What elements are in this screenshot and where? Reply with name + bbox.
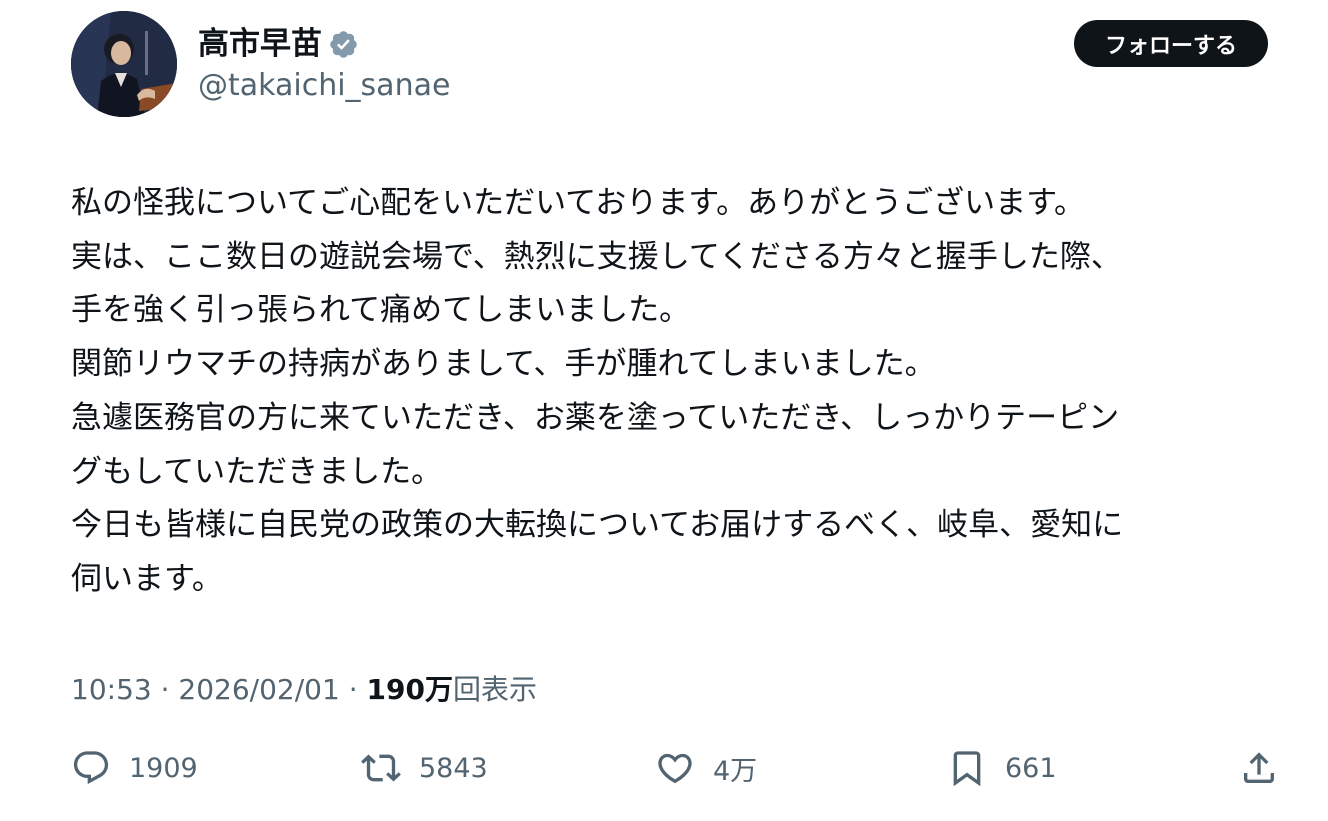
bookmark-button[interactable]: 661 <box>947 742 1057 794</box>
like-button[interactable]: 4万 <box>655 742 757 794</box>
share-icon <box>1239 748 1279 788</box>
tweet-text-line: 急遽医務官の方に来ていただき、お薬を塗っていただき、しっかりテーピン <box>71 399 1120 436</box>
action-bar: 1909 5843 4万 661 <box>71 742 1283 794</box>
tweet-text-line: 関節リウマチの持病がありまして、手が腫れてしまいました。 <box>71 346 936 383</box>
tweet-text-line: 実は、ここ数日の遊説会場で、熱烈に支援してくださる方々と握手した際、 <box>71 238 1122 275</box>
heart-icon <box>655 748 695 788</box>
avatar[interactable] <box>71 11 177 117</box>
author-handle[interactable]: @takaichi_sanae <box>198 64 450 108</box>
tweet-time[interactable]: 10:53 <box>71 673 152 706</box>
repost-count: 5843 <box>419 752 488 784</box>
share-button[interactable] <box>1239 742 1279 794</box>
tweet-date[interactable]: 2026/02/01 <box>178 673 339 706</box>
reply-count: 1909 <box>129 752 198 784</box>
tweet-text-line: 私の怪我についてご心配をいただいております。ありがとうございます。 <box>71 185 1086 221</box>
repost-icon <box>361 748 401 788</box>
reply-button[interactable]: 1909 <box>71 742 198 794</box>
verified-badge-icon <box>328 29 359 60</box>
bookmark-icon <box>947 748 987 788</box>
avatar-image <box>71 11 177 117</box>
like-count: 4万 <box>713 755 758 787</box>
reply-icon <box>71 748 111 788</box>
author-display-name[interactable]: 高市早苗 <box>198 22 322 66</box>
tweet-text-line: 今日も皆様に自民党の政策の大転換についてお届けするべく、岐阜、愛知に <box>71 507 1124 544</box>
meta-separator: · <box>151 673 179 706</box>
tweet-text-line: 伺います。 <box>71 560 223 597</box>
views-label: 回表示 <box>452 673 537 706</box>
tweet-text: 私の怪我についてご心配をいただいております。ありがとうございます。 実は、ここ数… <box>71 177 1301 607</box>
follow-button[interactable]: フォローする <box>1074 20 1268 67</box>
tweet-text-line: 手を強く引っ張られて痛めてしまいました。 <box>71 292 691 329</box>
bookmark-count: 661 <box>1005 752 1057 784</box>
views-count[interactable]: 190万 <box>367 673 453 706</box>
tweet-text-line: グもしていただきました。 <box>71 453 443 490</box>
tweet-meta: 10:53 · 2026/02/01 · 190万回表示 <box>71 668 537 712</box>
repost-button[interactable]: 5843 <box>361 742 488 794</box>
meta-separator: · <box>339 673 367 706</box>
